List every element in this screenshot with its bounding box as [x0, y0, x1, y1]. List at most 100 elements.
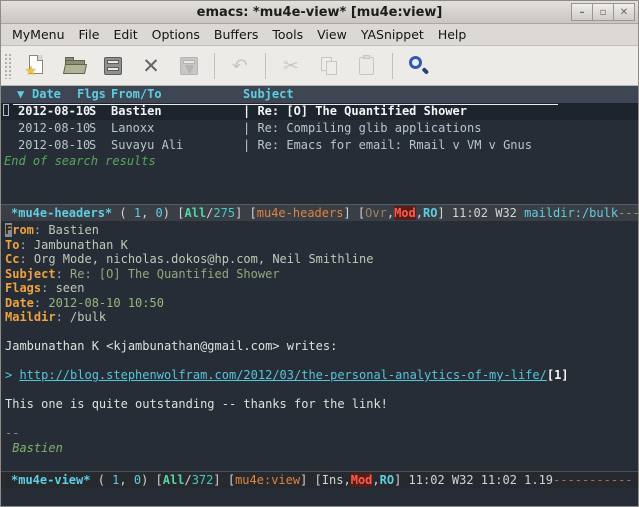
modeline-segment: ( — [112, 206, 134, 220]
modeline-segment: maildir:/bulk — [524, 206, 618, 220]
modeline-segment: , — [343, 473, 350, 487]
modeline-segment: RO — [423, 206, 437, 220]
sort-descending-icon[interactable]: ▼ — [17, 87, 24, 101]
minimize-button[interactable]: – — [571, 3, 593, 21]
menu-item-yasnippet[interactable]: YASnippet — [354, 25, 431, 44]
view-field-date: Date: 2012-08-10 10:50 — [5, 296, 638, 311]
maximize-button[interactable]: ▫ — [592, 3, 614, 21]
field-value: Org Mode, nicholas.dokos@hp.com, Neil Sm… — [34, 252, 374, 266]
field-value: Re: [O] The Quantified Shower — [70, 267, 280, 281]
body-line — [5, 383, 638, 398]
modeline-segment: ) [ — [163, 206, 185, 220]
body-text: > — [5, 368, 19, 382]
body-link[interactable]: http://blog.stephenwolfram.com/2012/03/t… — [19, 368, 546, 382]
modeline-segment: ( — [90, 473, 112, 487]
modeline-segment: ----------- — [553, 473, 632, 487]
field-colon: : — [34, 296, 48, 310]
field-colon: : — [56, 310, 70, 324]
cut-icon: ✂ — [279, 54, 303, 78]
body-line — [5, 354, 638, 369]
field-label: From — [5, 223, 34, 237]
header-row[interactable]: 2012-08-10SBastien| Re: [O] The Quantifi… — [1, 103, 638, 120]
field-value: seen — [56, 281, 85, 295]
modeline-segment: , — [387, 206, 394, 220]
modeline-segment: ] [ — [343, 206, 365, 220]
menu-item-buffers[interactable]: Buffers — [207, 25, 265, 44]
menu-item-view[interactable]: View — [310, 25, 354, 44]
modeline-segment: All — [184, 206, 206, 220]
body-text: Jambunathan K <kjambunathan@gmail.com> w… — [5, 339, 337, 353]
column-subject[interactable]: Subject — [243, 87, 294, 101]
column-date[interactable]: Date — [32, 87, 61, 101]
row-from: Suvayu Ali — [111, 138, 183, 152]
modeline-segment: 372 — [192, 473, 214, 487]
field-label: Maildir — [5, 310, 56, 324]
current-message-fringe-icon — [3, 104, 9, 116]
search-button[interactable] — [403, 51, 433, 81]
view-field-to: To: Jambunathan K — [5, 238, 638, 253]
row-from: Bastien — [111, 104, 162, 118]
modeline-segment: ------ — [618, 206, 638, 220]
modeline-mu4e-headers[interactable]: *mu4e-headers* ( 1, 0) [All/275] [mu4e-h… — [1, 204, 638, 221]
modeline-segment: Mod — [351, 473, 373, 487]
headers-column-header[interactable]: ▼ Date Flgs From/To Subject — [1, 86, 638, 103]
menu-item-tools[interactable]: Tools — [265, 25, 310, 44]
new-file-button[interactable]: ★ — [22, 51, 52, 81]
modeline-segment: *mu4e-headers* — [11, 206, 112, 220]
field-label: Date — [5, 296, 34, 310]
window-title: emacs: *mu4e-view* [mu4e:view] — [197, 5, 443, 20]
row-date: 2012-08-10 — [18, 104, 90, 118]
cut-button: ✂ — [276, 51, 306, 81]
field-value: Jambunathan K — [34, 238, 128, 252]
paste-button — [352, 51, 382, 81]
menu-item-mymenu[interactable]: MyMenu — [5, 25, 72, 44]
copy-button — [314, 51, 344, 81]
header-row[interactable]: 2012-08-10SLanoxx| Re: Compiling glib ap… — [1, 120, 638, 137]
view-field-subject: Subject: Re: [O] The Quantified Shower — [5, 267, 638, 282]
modeline-segment: 275 — [213, 206, 235, 220]
field-colon: : — [41, 281, 55, 295]
close-buffer-button[interactable]: ✕ — [136, 51, 166, 81]
field-label: Cc — [5, 252, 19, 266]
end-of-search-results: End of search results — [1, 154, 638, 170]
body-line: Bastien — [5, 441, 638, 456]
menu-item-edit[interactable]: Edit — [106, 25, 144, 44]
modeline-segment: *mu4e-view* — [11, 473, 90, 487]
menu-item-help[interactable]: Help — [431, 25, 474, 44]
body-line: > http://blog.stephenwolfram.com/2012/03… — [5, 368, 638, 383]
save-icon — [101, 54, 125, 78]
save-as-button: ▼ — [174, 51, 204, 81]
row-date: 2012-08-10 — [18, 138, 90, 152]
open-folder-icon — [63, 54, 87, 78]
save-button[interactable] — [98, 51, 128, 81]
header-row[interactable]: 2012-08-10SSuvayu Ali| Re: Emacs for ema… — [1, 137, 638, 154]
body-line: This one is quite outstanding -- thanks … — [5, 397, 638, 412]
column-from-to[interactable]: From/To — [111, 87, 162, 101]
modeline-segment: , — [416, 206, 423, 220]
column-flags[interactable]: Flgs — [77, 87, 106, 101]
modeline-segment: 1 — [134, 206, 141, 220]
modeline-segment: / — [184, 473, 191, 487]
echo-area[interactable] — [1, 488, 638, 506]
modeline-segment: ] 11:02 W32 11:02 1.19 — [394, 473, 553, 487]
field-value: /bulk — [70, 310, 106, 324]
toolbar-separator — [265, 53, 266, 79]
menu-item-options[interactable]: Options — [145, 25, 207, 44]
row-subject: | Re: Compiling glib applications — [243, 121, 481, 135]
modeline-segment: ] [ — [235, 206, 257, 220]
modeline-segment: mu4e-headers — [257, 206, 344, 220]
emacs-window: emacs: *mu4e-view* [mu4e:view] –▫✕ MyMen… — [0, 0, 639, 507]
modeline-segment: Ovr — [365, 206, 387, 220]
mu4e-headers-window: ▼ Date Flgs From/To Subject 2012-08-10SB… — [1, 86, 638, 204]
modeline-segment: ] [ — [213, 473, 235, 487]
toolbar-grip-icon[interactable] — [4, 53, 12, 79]
modeline-segment: ] [ — [300, 473, 322, 487]
title-bar[interactable]: emacs: *mu4e-view* [mu4e:view] –▫✕ — [1, 1, 638, 24]
menu-item-file[interactable]: File — [72, 25, 107, 44]
modeline-segment: , — [141, 206, 155, 220]
open-file-button[interactable] — [60, 51, 90, 81]
modeline-mu4e-view[interactable]: *mu4e-view* ( 1, 0) [All/372] [mu4e:view… — [1, 471, 638, 488]
close-button[interactable]: ✕ — [613, 3, 635, 21]
window-controls: –▫✕ — [572, 3, 635, 21]
text-cursor: F — [5, 223, 12, 237]
